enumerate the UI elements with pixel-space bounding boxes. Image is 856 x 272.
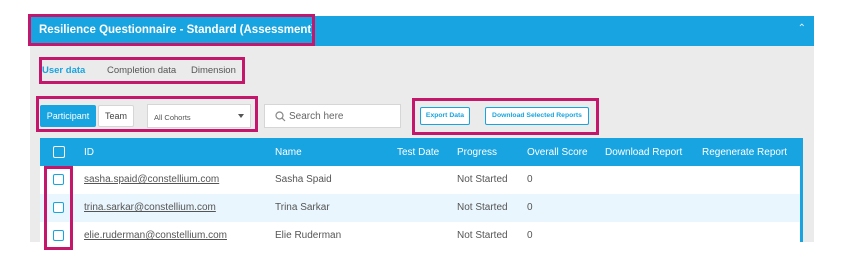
col-download-report[interactable]: Download Report (605, 147, 682, 158)
col-id[interactable]: ID (84, 147, 94, 158)
panel-title: Resilience Questionnaire - Standard (Ass… (39, 24, 316, 36)
row-checkbox[interactable] (53, 202, 64, 213)
row-score: 0 (527, 202, 533, 213)
row-id-link[interactable]: trina.sarkar@constellium.com (84, 202, 216, 213)
row-progress: Not Started (457, 202, 508, 213)
col-test-date[interactable]: Test Date (397, 147, 439, 158)
row-name: Elie Ruderman (275, 230, 342, 241)
tab-completion-data[interactable]: Completion data (107, 65, 176, 76)
row-score: 0 (527, 230, 533, 241)
table-header: ID Name Test Date Progress Overall Score… (40, 138, 800, 166)
participant-toggle[interactable]: Participant (40, 105, 96, 127)
panel-header[interactable]: Resilience Questionnaire - Standard (Ass… (30, 16, 814, 46)
row-checkbox[interactable] (53, 230, 64, 241)
row-checkbox[interactable] (53, 174, 64, 185)
row-name: Sasha Spaid (275, 174, 332, 185)
users-table: ID Name Test Date Progress Overall Score… (40, 138, 803, 242)
table-row: elie.ruderman@constellium.com Elie Ruder… (40, 222, 800, 242)
caret-down-icon (238, 114, 244, 118)
search-input[interactable] (289, 108, 394, 124)
col-overall-score[interactable]: Overall Score (527, 147, 588, 158)
chevron-up-icon[interactable]: ⌃ (798, 23, 806, 34)
tab-dimension[interactable]: Dimension (191, 65, 236, 76)
row-progress: Not Started (457, 174, 508, 185)
col-progress[interactable]: Progress (457, 147, 497, 158)
row-progress: Not Started (457, 230, 508, 241)
table-row: sasha.spaid@constellium.com Sasha Spaid … (40, 166, 800, 194)
table-row: trina.sarkar@constellium.com Trina Sarka… (40, 194, 800, 222)
row-name: Trina Sarkar (275, 202, 330, 213)
team-toggle[interactable]: Team (98, 105, 134, 127)
tab-user-data[interactable]: User data (42, 65, 85, 76)
row-score: 0 (527, 174, 533, 185)
col-regenerate-report[interactable]: Regenerate Report (702, 147, 787, 158)
row-id-link[interactable]: elie.ruderman@constellium.com (84, 230, 227, 241)
download-selected-reports-button[interactable]: Download Selected Reports (485, 107, 589, 125)
search-icon (275, 111, 286, 122)
search-box (264, 104, 401, 128)
cohort-select-value: All Cohorts (154, 113, 191, 122)
col-name[interactable]: Name (275, 147, 302, 158)
cohort-select[interactable]: All Cohorts (147, 104, 251, 128)
questionnaire-panel: Resilience Questionnaire - Standard (Ass… (30, 16, 814, 242)
export-data-button[interactable]: Export Data (420, 107, 470, 125)
row-id-link[interactable]: sasha.spaid@constellium.com (84, 174, 219, 185)
select-all-checkbox[interactable] (53, 146, 65, 158)
